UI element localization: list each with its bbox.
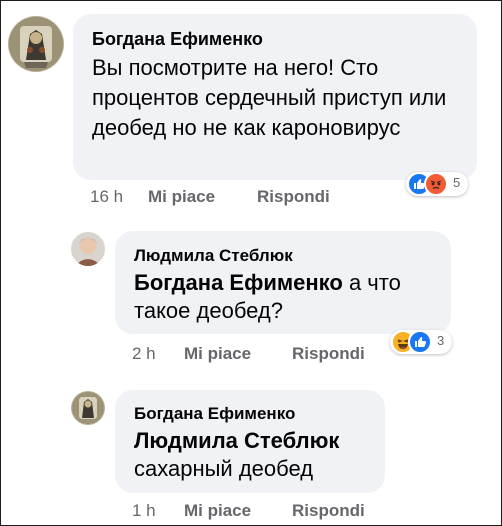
avatar[interactable] — [71, 391, 105, 425]
comment-author[interactable]: Богдана Ефименко — [92, 29, 263, 50]
reaction-count: 5 — [453, 175, 461, 190]
like-button[interactable]: Mi piace — [148, 187, 215, 207]
like-icon — [408, 330, 432, 354]
reaction-count: 3 — [437, 333, 445, 348]
reaction-summary[interactable]: 5 — [406, 172, 468, 196]
angry-icon — [424, 172, 448, 196]
comment-time[interactable]: 2 h — [132, 344, 156, 364]
comment-text: Вы посмотрите на него! Сто процентов сер… — [92, 55, 447, 140]
like-button[interactable]: Mi piace — [184, 501, 251, 521]
comment-text: Богдана Ефименко а что такое деобед? — [134, 269, 439, 325]
comment-author[interactable]: Богдана Ефименко — [134, 404, 295, 424]
comment-time[interactable]: 1 h — [132, 501, 156, 521]
comment-author[interactable]: Людмила Стеблюк — [134, 246, 293, 266]
mention-link[interactable]: Людмила Стеблюк — [134, 427, 374, 455]
reply-button[interactable]: Rispondi — [292, 344, 365, 364]
reaction-summary[interactable]: 3 — [390, 330, 452, 354]
avatar[interactable] — [71, 232, 105, 266]
comment-time[interactable]: 16 h — [90, 187, 123, 207]
avatar[interactable] — [8, 16, 64, 72]
like-button[interactable]: Mi piace — [184, 344, 251, 364]
comment-text: Людмила Стеблюк сахарный деобед — [134, 427, 374, 483]
comment-body: сахарный деобед — [134, 456, 314, 481]
reply-button[interactable]: Rispondi — [257, 187, 330, 207]
reply-button[interactable]: Rispondi — [292, 501, 365, 521]
mention-link[interactable]: Богдана Ефименко — [134, 270, 343, 295]
